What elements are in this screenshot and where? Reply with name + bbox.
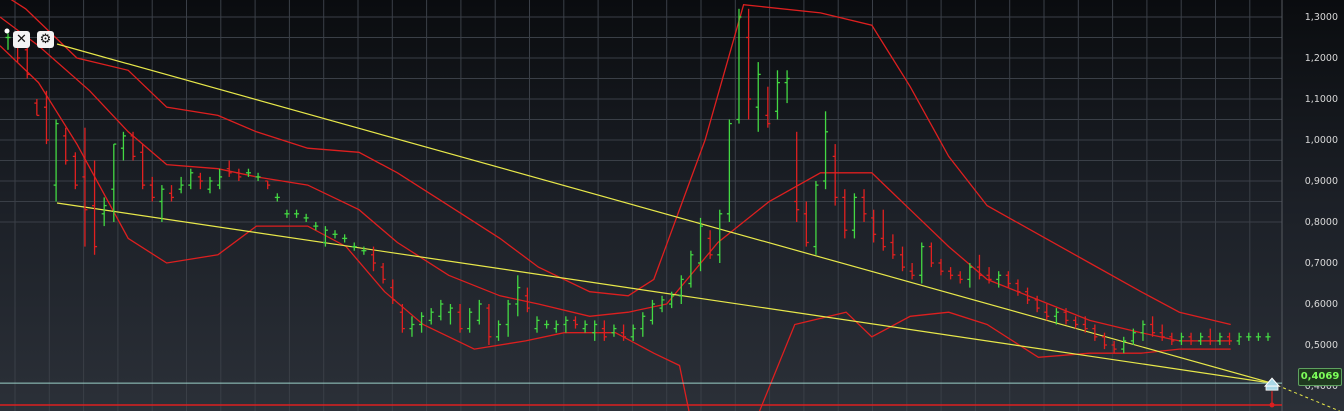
y-tick-label: 0,7000 [1305, 258, 1338, 269]
marker-end-dot [1269, 402, 1275, 408]
close-icon[interactable]: ✕ [13, 31, 30, 48]
y-tick-label: 1,0000 [1305, 135, 1338, 146]
price-chart[interactable]: 1,3000 1,2000 1,1000 1,0000 0,9000 0,8000 0,70… [0, 0, 1344, 411]
y-tick-label: 1,3000 [1305, 12, 1338, 23]
current-price-label: 0,4069 [1298, 368, 1342, 386]
alert-base-icon [1265, 385, 1279, 391]
y-tick-label: 0,8000 [1305, 217, 1338, 228]
start-point-dot [4, 28, 10, 34]
y-tick-label: 0,5000 [1305, 340, 1338, 351]
y-tick-label: 1,1000 [1305, 94, 1338, 105]
y-tick-label: 0,9000 [1305, 176, 1338, 187]
y-tick-label: 1,2000 [1305, 53, 1338, 64]
chart-background [0, 0, 1344, 411]
y-tick-label: 0,6000 [1305, 299, 1338, 310]
gear-icon[interactable]: ⚙ [37, 31, 54, 48]
